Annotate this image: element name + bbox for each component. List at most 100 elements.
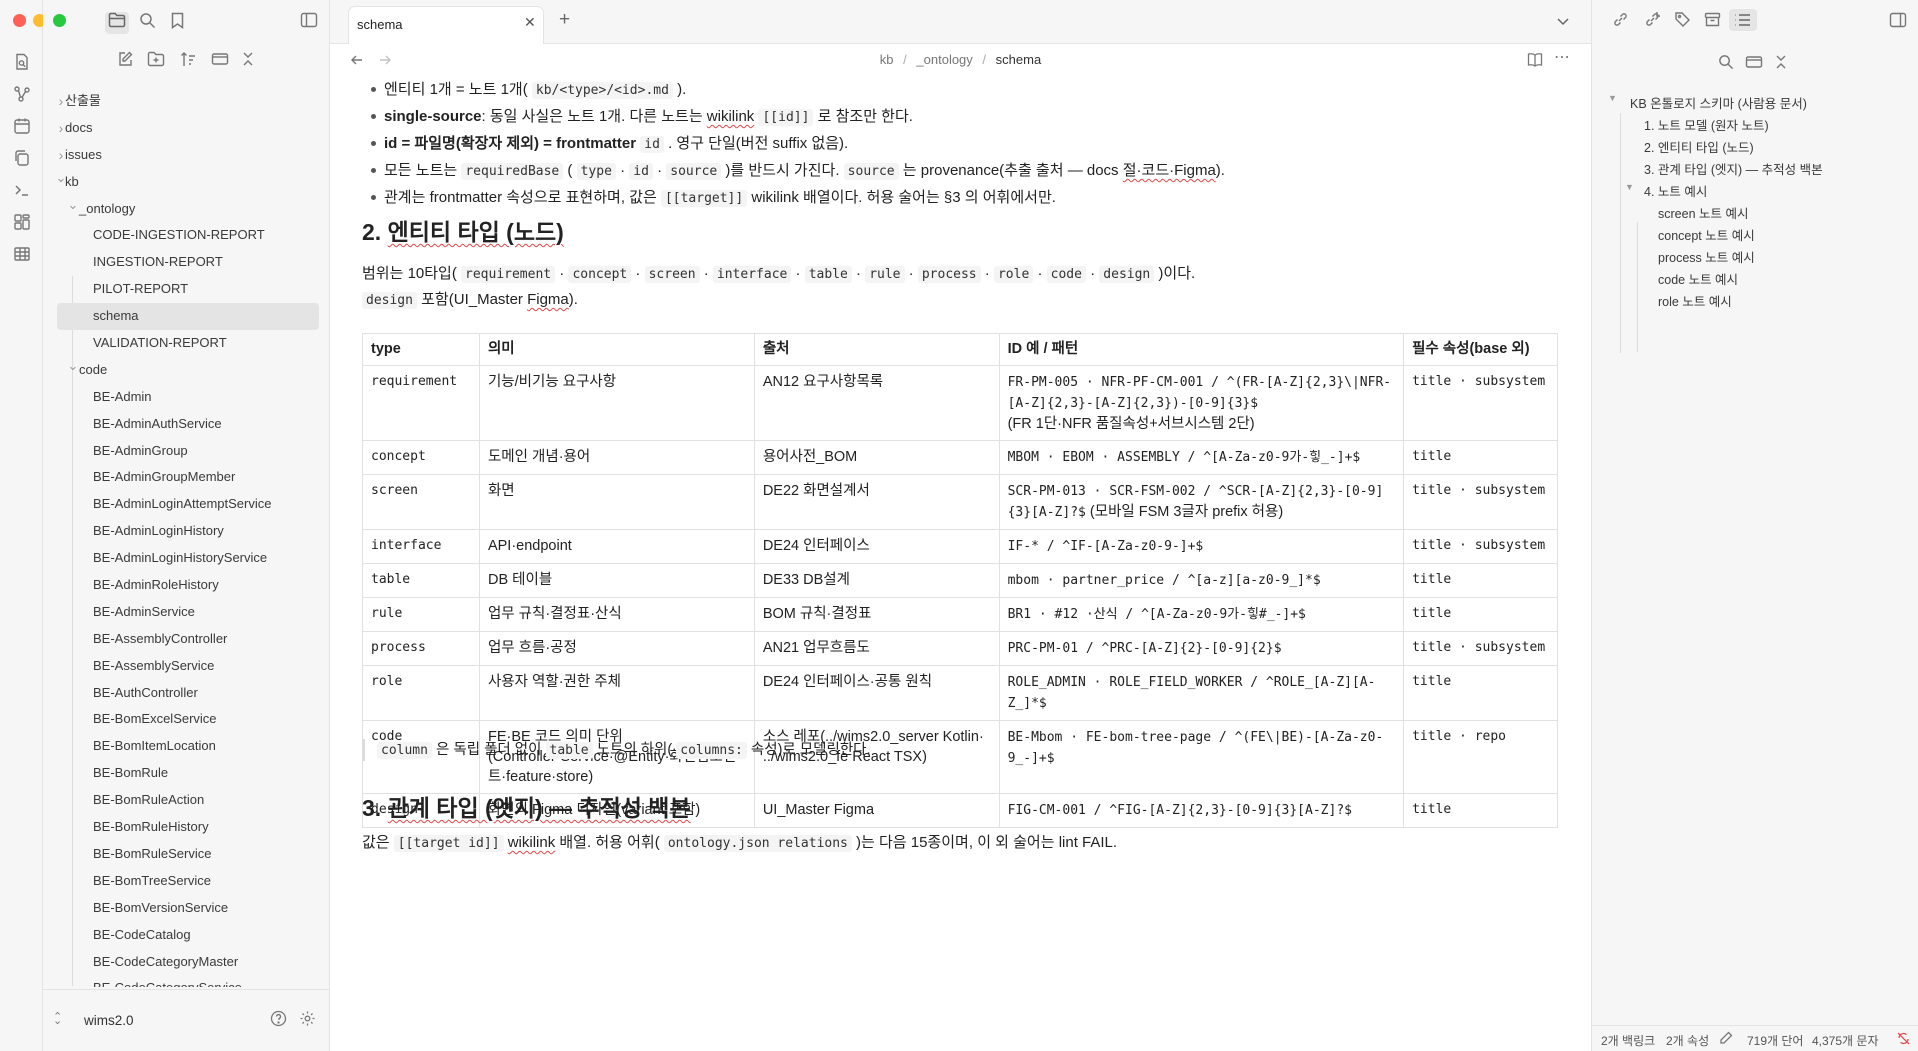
outline-item[interactable]: process 노트 예시 [1658,247,1755,266]
right-sidebar-toggle-icon[interactable] [1889,12,1907,32]
search-icon[interactable] [135,12,159,34]
file-item[interactable]: BE-CodeCatalog [43,922,329,949]
file-item[interactable]: BE-BomVersionService [43,895,329,922]
more-options-icon[interactable]: ⋯ [1554,47,1571,67]
reading-view-book-icon[interactable] [1527,52,1543,71]
folder-icon[interactable] [105,12,129,34]
collapse-all-icon[interactable] [236,51,260,73]
file-search-icon[interactable] [12,53,32,73]
edit-pencil-icon[interactable] [1719,1031,1733,1048]
breadcrumb-kb[interactable]: kb [880,52,894,67]
folder-item[interactable]: ⌄ _ontology [43,196,329,223]
bullet-item: 엔티티 1개 = 노트 1개( kb/<type>/<id>.md ). [362,78,1558,103]
chevron-updown-icon[interactable]: ⌃ ⌄ [53,1010,62,1036]
backlinks-icon[interactable] [1612,11,1629,32]
close-tab-icon[interactable]: ✕ [524,14,536,31]
file-item[interactable]: VALIDATION-REPORT [43,330,329,357]
file-item[interactable]: BE-BomRuleHistory [43,814,329,841]
sidebar-toggle-icon[interactable] [297,12,321,34]
file-item[interactable]: BE-AdminGroup [43,438,329,465]
tags-icon[interactable] [1674,11,1691,32]
file-item[interactable]: BE-AdminLoginAttemptService [43,491,329,518]
file-item[interactable]: CODE-INGESTION-REPORT [43,222,329,249]
collapse-view-icon[interactable] [208,51,232,73]
file-item[interactable]: schema [57,303,319,331]
backlinks-count[interactable]: 2개 백링크 [1601,1032,1655,1049]
text-span: · [791,265,805,282]
tab-schema[interactable]: schema ✕ [348,6,544,44]
outline-item[interactable]: screen 노트 예시 [1658,203,1748,222]
id-pattern-cell: MBOM · EBOM · ASSEMBLY / ^[A-Za-z0-9가-힣_… [998,440,1405,475]
outline-item[interactable]: 4. 노트 예시 [1644,181,1707,200]
graph-icon[interactable] [12,85,32,105]
outline-collapse-all-icon[interactable] [1773,54,1789,74]
file-item[interactable]: BE-AdminRoleHistory [43,572,329,599]
chevron-down-icon[interactable]: ⌄ [67,353,79,380]
file-item[interactable]: BE-AuthController [43,680,329,707]
file-item[interactable]: BE-AssemblyService [43,653,329,680]
sync-off-icon[interactable] [1896,1031,1911,1049]
breadcrumb-schema[interactable]: schema [996,52,1042,67]
text-span: ). [672,81,687,98]
outline-list-icon[interactable] [1729,9,1757,31]
file-item[interactable]: BE-CodeCategoryService [43,975,329,987]
folder-item[interactable]: › issues [43,142,329,169]
outline-collapse-view-icon[interactable] [1745,54,1763,74]
file-item[interactable]: PILOT-REPORT [43,276,329,303]
outline-item[interactable]: concept 노트 예시 [1658,225,1755,244]
id-pattern: IF-* / ^IF-[A-Za-z0-9-]+$ [1007,539,1204,554]
file-item[interactable]: BE-AdminLoginHistoryService [43,545,329,572]
file-item[interactable]: BE-AdminLoginHistory [43,518,329,545]
outgoing-links-icon[interactable] [1644,11,1661,32]
table-icon[interactable] [12,245,32,265]
properties-count[interactable]: 2개 속성 [1666,1032,1709,1049]
sort-icon[interactable] [176,51,200,73]
terminal-icon[interactable] [12,181,32,201]
file-item[interactable]: BE-BomTreeService [43,868,329,895]
new-note-icon[interactable] [113,51,137,73]
outline-item[interactable]: 3. 관계 타입 (엣지) — 추적성 백본 [1644,159,1823,178]
calendar-icon[interactable] [12,117,32,137]
file-item[interactable]: BE-CodeCategoryMaster [43,949,329,976]
file-item[interactable]: BE-Admin [43,384,329,411]
settings-gear-icon[interactable] [299,1010,316,1031]
outline-item[interactable]: 1. 노트 모델 (원자 노트) [1644,115,1769,134]
copy-icon[interactable] [12,149,32,169]
outline-search-icon[interactable] [1718,54,1734,74]
zoom-window-button[interactable] [53,14,66,27]
file-item[interactable]: BE-AdminGroupMember [43,464,329,491]
outline-item[interactable]: 2. 엔티티 타입 (노드) [1644,137,1754,156]
file-item[interactable]: INGESTION-REPORT [43,249,329,276]
outline-item[interactable]: role 노트 예시 [1658,291,1732,310]
meaning-cell: API·endpoint [478,529,755,564]
folder-item[interactable]: › 산출물 [43,88,329,115]
chevron-down-icon[interactable]: ▼ [1625,182,1634,192]
outline-title[interactable]: KB 온톨로지 스키마 (사람용 문서) [1630,93,1807,112]
file-item[interactable]: BE-BomRule [43,760,329,787]
folder-item[interactable]: ⌄ code [43,357,329,384]
new-tab-icon[interactable]: + [559,9,570,31]
help-icon[interactable] [270,1010,287,1031]
chevron-down-icon[interactable]: ▼ [1608,93,1617,103]
tree-item-label: BE-BomRuleService [93,845,212,861]
chevron-down-icon[interactable]: ⌄ [67,192,79,219]
bookmark-icon[interactable] [165,12,189,34]
file-item[interactable]: BE-AdminAuthService [43,411,329,438]
tab-list-chevron-icon[interactable] [1556,14,1570,31]
kanban-icon[interactable] [12,213,32,233]
file-item[interactable]: BE-BomItemLocation [43,733,329,760]
new-folder-icon[interactable] [144,51,168,73]
folder-item[interactable]: ⌄ kb [43,169,329,196]
vault-name[interactable]: wims2.0 [84,1013,134,1028]
archive-icon[interactable] [1704,11,1721,32]
file-item[interactable]: BE-BomRuleAction [43,787,329,814]
tree-item-label: BE-BomItemLocation [93,738,216,754]
file-item[interactable]: BE-BomExcelService [43,706,329,733]
file-item[interactable]: BE-AssemblyController [43,626,329,653]
outline-item[interactable]: code 노트 예시 [1658,269,1738,288]
file-item[interactable]: BE-AdminService [43,599,329,626]
file-item[interactable]: BE-BomRuleService [43,841,329,868]
breadcrumb-ontology[interactable]: _ontology [916,52,972,67]
close-window-button[interactable] [13,14,26,27]
folder-item[interactable]: › docs [43,115,329,142]
